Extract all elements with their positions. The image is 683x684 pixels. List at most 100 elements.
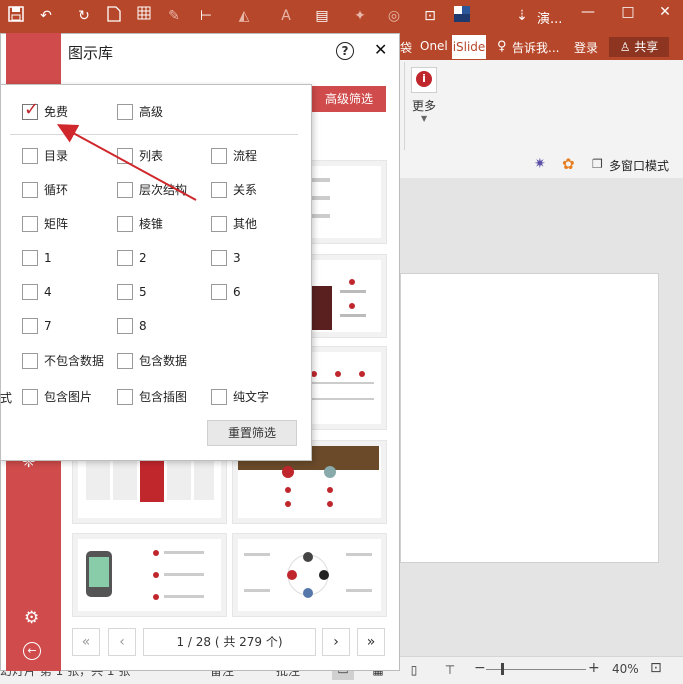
filter-option-label: 4 bbox=[44, 285, 52, 299]
settings-gear-icon[interactable]: ✿ bbox=[562, 155, 575, 173]
ribbon-separator bbox=[404, 62, 405, 150]
last-page-button[interactable]: » bbox=[357, 628, 385, 656]
checkbox[interactable] bbox=[117, 353, 133, 369]
diagram-thumbnail[interactable] bbox=[72, 533, 227, 617]
checkbox[interactable] bbox=[22, 284, 38, 300]
sparkle-icon[interactable]: ✷ bbox=[534, 156, 546, 172]
minimize-button[interactable]: — bbox=[577, 4, 599, 20]
checkbox[interactable] bbox=[117, 104, 133, 120]
new-document-icon[interactable] bbox=[104, 6, 124, 28]
info-icon: i bbox=[416, 71, 432, 87]
zoom-in-icon[interactable]: + bbox=[588, 660, 600, 676]
help-icon[interactable]: ? bbox=[336, 42, 354, 60]
advanced-filter-button[interactable]: 高级筛选 bbox=[312, 86, 386, 112]
checkbox[interactable] bbox=[22, 318, 38, 334]
close-window-button[interactable]: ✕ bbox=[654, 4, 676, 20]
zoom-slider-thumb[interactable] bbox=[501, 663, 504, 675]
page-indicator[interactable]: 1 / 28 ( 共 279 个) bbox=[143, 628, 316, 656]
checkbox[interactable] bbox=[117, 318, 133, 334]
shapes-icon[interactable]: ◎ bbox=[384, 6, 404, 26]
checkbox[interactable] bbox=[22, 250, 38, 266]
tab-onenote[interactable]: Onel bbox=[420, 39, 448, 53]
eyedropper-icon[interactable]: ✎ bbox=[164, 6, 184, 26]
checkbox[interactable] bbox=[211, 250, 227, 266]
checkbox[interactable] bbox=[117, 182, 133, 198]
filter-option-label: 1 bbox=[44, 251, 52, 265]
filter-option-label: 层次结构 bbox=[139, 183, 188, 197]
filter-option-label: 免费 bbox=[44, 105, 69, 119]
crop-icon[interactable]: ⊡ bbox=[420, 6, 440, 26]
save-icon[interactable] bbox=[6, 6, 26, 28]
slideshow-icon[interactable]: ⊤ bbox=[440, 660, 460, 680]
cut-off-label: 式 bbox=[0, 391, 13, 405]
tab-partial[interactable]: 袋 bbox=[400, 39, 412, 56]
more-dropdown-icon[interactable]: ▼ bbox=[421, 114, 427, 123]
tab-islide[interactable]: iSlide bbox=[452, 35, 486, 59]
zoom-out-icon[interactable]: − bbox=[474, 660, 486, 676]
filter-option-label: 2 bbox=[139, 251, 147, 265]
fill-color-icon[interactable]: ◭ bbox=[234, 6, 254, 26]
checkbox[interactable] bbox=[211, 389, 227, 405]
customize-qat-icon[interactable]: ⇣ bbox=[512, 6, 532, 26]
next-page-button[interactable]: › bbox=[322, 628, 350, 656]
checkbox[interactable] bbox=[211, 284, 227, 300]
sign-in-link[interactable]: 登录 bbox=[574, 39, 598, 56]
checkbox[interactable] bbox=[211, 182, 227, 198]
tell-me-search[interactable]: 告诉我... bbox=[512, 39, 559, 56]
checkbox[interactable] bbox=[117, 250, 133, 266]
reading-view-icon[interactable]: ▯ bbox=[404, 660, 424, 680]
checkbox[interactable] bbox=[22, 182, 38, 198]
grid-icon[interactable] bbox=[134, 6, 154, 26]
brush-icon[interactable]: ✦ bbox=[350, 6, 370, 26]
fit-to-window-icon[interactable]: ⊡ bbox=[650, 660, 662, 676]
checkbox[interactable] bbox=[211, 216, 227, 232]
paste-icon[interactable]: ▤ bbox=[312, 6, 332, 26]
filter-option-label: 列表 bbox=[139, 149, 164, 163]
document-title: 演... bbox=[537, 12, 563, 27]
filter-option-label: 关系 bbox=[233, 183, 258, 197]
more-label[interactable]: 更多 bbox=[412, 97, 436, 114]
undo-icon[interactable]: ↶ bbox=[36, 6, 56, 26]
color-swatch-icon[interactable] bbox=[452, 6, 472, 28]
filter-option-label: 高级 bbox=[139, 105, 164, 119]
prev-page-button[interactable]: ‹ bbox=[108, 628, 136, 656]
align-icon[interactable]: ⊢ bbox=[196, 6, 216, 26]
filter-option-label: 包含数据 bbox=[139, 354, 188, 368]
checkbox[interactable] bbox=[22, 353, 38, 369]
filter-option-label: 不包含数据 bbox=[44, 354, 105, 368]
maximize-button[interactable]: □ bbox=[617, 4, 639, 20]
checkbox[interactable] bbox=[117, 216, 133, 232]
zoom-level[interactable]: 40% bbox=[612, 662, 639, 676]
redo-icon[interactable]: ↻ bbox=[74, 6, 94, 26]
checkbox[interactable] bbox=[117, 284, 133, 300]
checkbox[interactable] bbox=[117, 389, 133, 405]
ribbon bbox=[400, 60, 683, 153]
filter-divider bbox=[10, 134, 298, 135]
reset-filter-button[interactable]: 重置筛选 bbox=[207, 420, 297, 446]
font-color-icon[interactable]: A bbox=[276, 6, 296, 26]
filter-option-label: 5 bbox=[139, 285, 147, 299]
diagram-thumbnail[interactable] bbox=[232, 533, 387, 617]
checkbox[interactable] bbox=[22, 216, 38, 232]
share-label: 共享 bbox=[634, 40, 659, 54]
filter-option-label: 包含图片 bbox=[44, 390, 93, 404]
filter-option-label: 6 bbox=[233, 285, 241, 299]
windows-icon: ❐ bbox=[592, 157, 603, 171]
checkbox[interactable] bbox=[22, 148, 38, 164]
checkbox[interactable] bbox=[22, 389, 38, 405]
library-title: 图示库 bbox=[68, 44, 114, 62]
more-button-frame[interactable]: i bbox=[411, 67, 437, 93]
checkbox[interactable] bbox=[117, 148, 133, 164]
checkbox-checked[interactable]: ✓ bbox=[22, 99, 39, 120]
slide[interactable] bbox=[400, 273, 659, 563]
close-icon[interactable]: ✕ bbox=[374, 40, 387, 59]
check-icon: ✓ bbox=[24, 99, 40, 120]
checkbox[interactable] bbox=[211, 148, 227, 164]
first-page-button[interactable]: « bbox=[72, 628, 100, 656]
settings-icon[interactable]: ⚙ bbox=[24, 608, 39, 628]
filter-option-label: 目录 bbox=[44, 149, 69, 163]
filter-option-label: 包含插图 bbox=[139, 390, 188, 404]
multi-window-button[interactable]: 多窗口模式 bbox=[609, 157, 669, 174]
share-button[interactable]: ♙ 共享 bbox=[609, 37, 669, 57]
back-icon[interactable]: ← bbox=[23, 642, 41, 660]
